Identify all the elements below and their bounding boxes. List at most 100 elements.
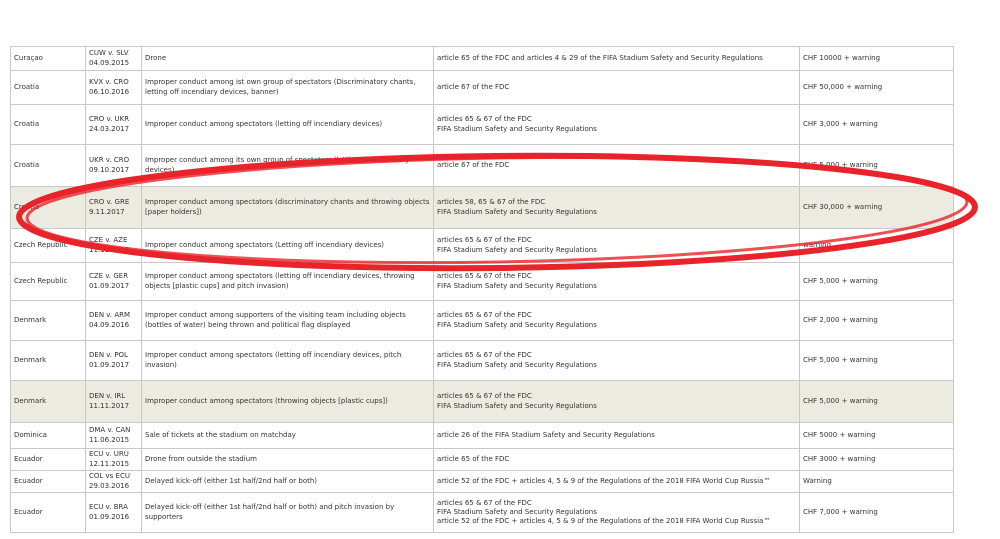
regulation-line: article 67 of the FDC <box>437 82 510 91</box>
regulations-cell: article 65 of the FDC <box>433 448 800 471</box>
match-cell: KVX v. CRO 06.10.2016 <box>85 70 142 105</box>
sanction-cell: Warning <box>799 470 954 493</box>
table-row: Dominica DMA v. CAN 11.06.2015 Sale of tick… <box>10 422 954 449</box>
regulations-cell: article 26 of the FIFA Stadium Safety an… <box>433 422 800 449</box>
match-cell: CZE v. GER 01.09.2017 <box>85 262 142 301</box>
regulation-line: article 26 of the FIFA Stadium Safety an… <box>437 430 655 439</box>
match-cell: ECU v. BRA 01.09.2016 <box>85 492 142 533</box>
regulation-line: articles 65 & 67 of the FDC <box>437 115 532 124</box>
match-cell: UKR v. CRO 09.10.2017 <box>85 144 142 187</box>
offence-cell: Sale of tickets at the stadium on matchd… <box>141 422 434 449</box>
country-cell: Czech Republic <box>10 228 86 263</box>
country-cell: Denmark <box>10 340 86 381</box>
match-date: 04.09.2015 <box>89 58 130 67</box>
regulation-line: article 65 of the FDC <box>437 454 510 463</box>
country-cell: Denmark <box>10 380 86 423</box>
table-row: Ecuador ECU v. BRA 01.09.2016 Delayed kick-… <box>10 492 954 533</box>
match-teams: ECU v. URU <box>89 450 129 459</box>
table-row: Curaçao CUW v. SLV 04.09.2015 Drone article … <box>10 46 954 71</box>
regulation-line: FIFA Stadium Safety and Security Regulat… <box>437 360 597 369</box>
regulation-line: FIFA Stadium Safety and Security Regulat… <box>437 401 597 410</box>
match-date: 04.09.2016 <box>89 320 130 329</box>
offence-cell: Improper conduct among supporters of the… <box>141 300 434 341</box>
sanction-cell: CHF 5,000 + warning <box>799 380 954 423</box>
sanction-cell: CHF 10000 + warning <box>799 46 954 71</box>
offence-cell: Improper conduct among spectators (throw… <box>141 380 434 423</box>
table-row: Denmark DEN v. POL 01.09.2017 Improper cond… <box>10 340 954 381</box>
match-date: 11.11.2017 <box>89 245 130 254</box>
match-date: 01.09.2017 <box>89 360 130 369</box>
match-teams: CZE v. GER <box>89 272 129 281</box>
regulations-cell: article 67 of the FDC <box>433 144 800 187</box>
regulation-line: articles 65 & 67 of the FDC <box>437 392 532 401</box>
offence-cell: Drone <box>141 46 434 71</box>
sanction-cell: CHF 50,000 + warning <box>799 70 954 105</box>
regulation-line: articles 65 & 67 of the FDC <box>437 351 532 360</box>
sanctions-table: Curaçao CUW v. SLV 04.09.2015 Drone article … <box>10 46 954 533</box>
regulations-cell: articles 65 & 67 of the FDC FIFA Stadium … <box>433 340 800 381</box>
table-row: Croatia CRO v. UKR 24.03.2017 Improper cond… <box>10 104 954 145</box>
country-cell: Dominica <box>10 422 86 449</box>
country-cell: Curaçao <box>10 46 86 71</box>
table-row: Croatia UKR v. CRO 09.10.2017 Improper cond… <box>10 144 954 187</box>
match-teams: COL vs ECU <box>89 472 130 481</box>
match-teams: CRO v. GRE <box>89 198 130 207</box>
offence-cell: Improper conduct among its own group of … <box>141 144 434 187</box>
sanction-cell: CHF 3,000 + warning <box>799 104 954 145</box>
match-cell: CRO v. GRE 9.11.2017 <box>85 186 142 229</box>
sanction-cell: CHF 3000 + warning <box>799 448 954 471</box>
regulation-line: FIFA Stadium Safety and Security Regulat… <box>437 245 597 254</box>
table-row: Czech Republic CZE v. AZE 11.11.2017 Improp… <box>10 228 954 263</box>
regulation-line: articles 65 & 67 of the FDC <box>437 498 532 507</box>
country-cell: Denmark <box>10 300 86 341</box>
match-date: 29.03.2016 <box>89 481 130 490</box>
offence-cell: Improper conduct among ist own group of … <box>141 70 434 105</box>
country-cell: Croatia <box>10 186 86 229</box>
table-row: Croatia KVX v. CRO 06.10.2016 Improper cond… <box>10 70 954 105</box>
country-cell: Croatia <box>10 70 86 105</box>
table-row: Czech Republic CZE v. GER 01.09.2017 Improp… <box>10 262 954 301</box>
match-cell: DEN v. IRL 11.11.2017 <box>85 380 142 423</box>
offence-cell: Delayed kick-off (either 1st half/2nd ha… <box>141 492 434 533</box>
sanction-cell: CHF 5,000 + warning <box>799 340 954 381</box>
regulations-cell: articles 65 & 67 of the FDC FIFA Stadium … <box>433 228 800 263</box>
match-cell: CUW v. SLV 04.09.2015 <box>85 46 142 71</box>
regulation-line: article 67 of the FDC <box>437 160 510 169</box>
match-date: 01.09.2017 <box>89 281 130 290</box>
table-row: Denmark DEN v. IRL 11.11.2017 Improper cond… <box>10 380 954 423</box>
match-teams: UKR v. CRO <box>89 156 130 165</box>
offence-cell: Improper conduct among spectators (letti… <box>141 104 434 145</box>
match-date: 01.09.2016 <box>89 512 130 521</box>
country-cell: Croatia <box>10 104 86 145</box>
regulation-line: FIFA Stadium Safety and Security Regulat… <box>437 320 597 329</box>
country-cell: Croatia <box>10 144 86 187</box>
match-cell: CRO v. UKR 24.03.2017 <box>85 104 142 145</box>
table-row: Croatia CRO v. GRE 9.11.2017 Improper condu… <box>10 186 954 229</box>
match-date: 12.11.2015 <box>89 459 130 468</box>
match-teams: CZE v. AZE <box>89 236 128 245</box>
offence-cell: Improper conduct among spectators (letti… <box>141 262 434 301</box>
match-teams: DEN v. IRL <box>89 392 126 401</box>
regulations-cell: article 67 of the FDC <box>433 70 800 105</box>
country-cell: Ecuador <box>10 492 86 533</box>
match-date: 24.03.2017 <box>89 124 130 133</box>
match-teams: CUW v. SLV <box>89 49 129 58</box>
offence-cell: Improper conduct among spectators (discr… <box>141 186 434 229</box>
regulation-line: articles 58, 65 & 67 of the FDC <box>437 198 546 207</box>
regulation-line: article 65 of the FDC and articles 4 & 2… <box>437 53 763 62</box>
regulations-cell: article 65 of the FDC and articles 4 & 2… <box>433 46 800 71</box>
regulation-line: article 52 of the FDC + articles 4, 5 & … <box>437 476 771 485</box>
country-cell: Czech Republic <box>10 262 86 301</box>
regulations-cell: articles 65 & 67 of the FDC FIFA Stadium … <box>433 492 800 533</box>
country-cell: Ecuador <box>10 448 86 471</box>
match-cell: CZE v. AZE 11.11.2017 <box>85 228 142 263</box>
match-date: 06.10.2016 <box>89 87 130 96</box>
regulations-cell: article 52 of the FDC + articles 4, 5 & … <box>433 470 800 493</box>
table-row: Ecuador COL vs ECU 29.03.2016 Delayed kick-… <box>10 470 954 493</box>
match-cell: DEN v. ARM 04.09.2016 <box>85 300 142 341</box>
match-cell: DEN v. POL 01.09.2017 <box>85 340 142 381</box>
regulation-line: FIFA Stadium Safety and Security Regulat… <box>437 124 597 133</box>
match-teams: DEN v. ARM <box>89 311 131 320</box>
offence-cell: Improper conduct among spectators (Letti… <box>141 228 434 263</box>
regulation-line: FIFA Stadium Safety and Security Regulat… <box>437 207 597 216</box>
